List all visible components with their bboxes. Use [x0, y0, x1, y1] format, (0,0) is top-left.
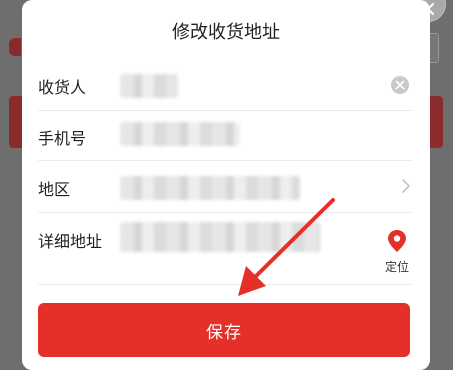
- save-button-label: 保存: [206, 322, 242, 343]
- save-button[interactable]: 保存: [38, 303, 410, 357]
- recipient-row: 收货人: [38, 58, 412, 111]
- background-page-element: [9, 38, 21, 56]
- region-value: [120, 176, 300, 200]
- background-page-element: [9, 96, 23, 148]
- clear-icon[interactable]: [390, 75, 410, 95]
- locate-button[interactable]: 定位: [379, 229, 415, 274]
- phone-input[interactable]: [120, 122, 240, 146]
- phone-row: 手机号: [38, 110, 412, 161]
- recipient-label: 收货人: [38, 78, 87, 97]
- address-input[interactable]: [120, 222, 320, 252]
- background-page-element: [430, 33, 439, 63]
- region-label: 地区: [38, 180, 71, 199]
- address-label: 详细地址: [38, 232, 103, 251]
- edit-address-dialog: 修改收货地址 收货人 手机号 地区 详细地址 定位 保存: [22, 0, 430, 370]
- address-row: 详细地址 定位: [38, 212, 412, 285]
- location-pin-icon: [388, 230, 406, 252]
- chevron-right-icon: [402, 179, 410, 193]
- recipient-input[interactable]: [120, 74, 178, 98]
- phone-label: 手机号: [38, 129, 87, 148]
- region-row[interactable]: 地区: [38, 160, 412, 213]
- locate-label: 定位: [384, 260, 409, 274]
- dialog-title: 修改收货地址: [172, 22, 280, 43]
- background-page-element: [429, 96, 443, 148]
